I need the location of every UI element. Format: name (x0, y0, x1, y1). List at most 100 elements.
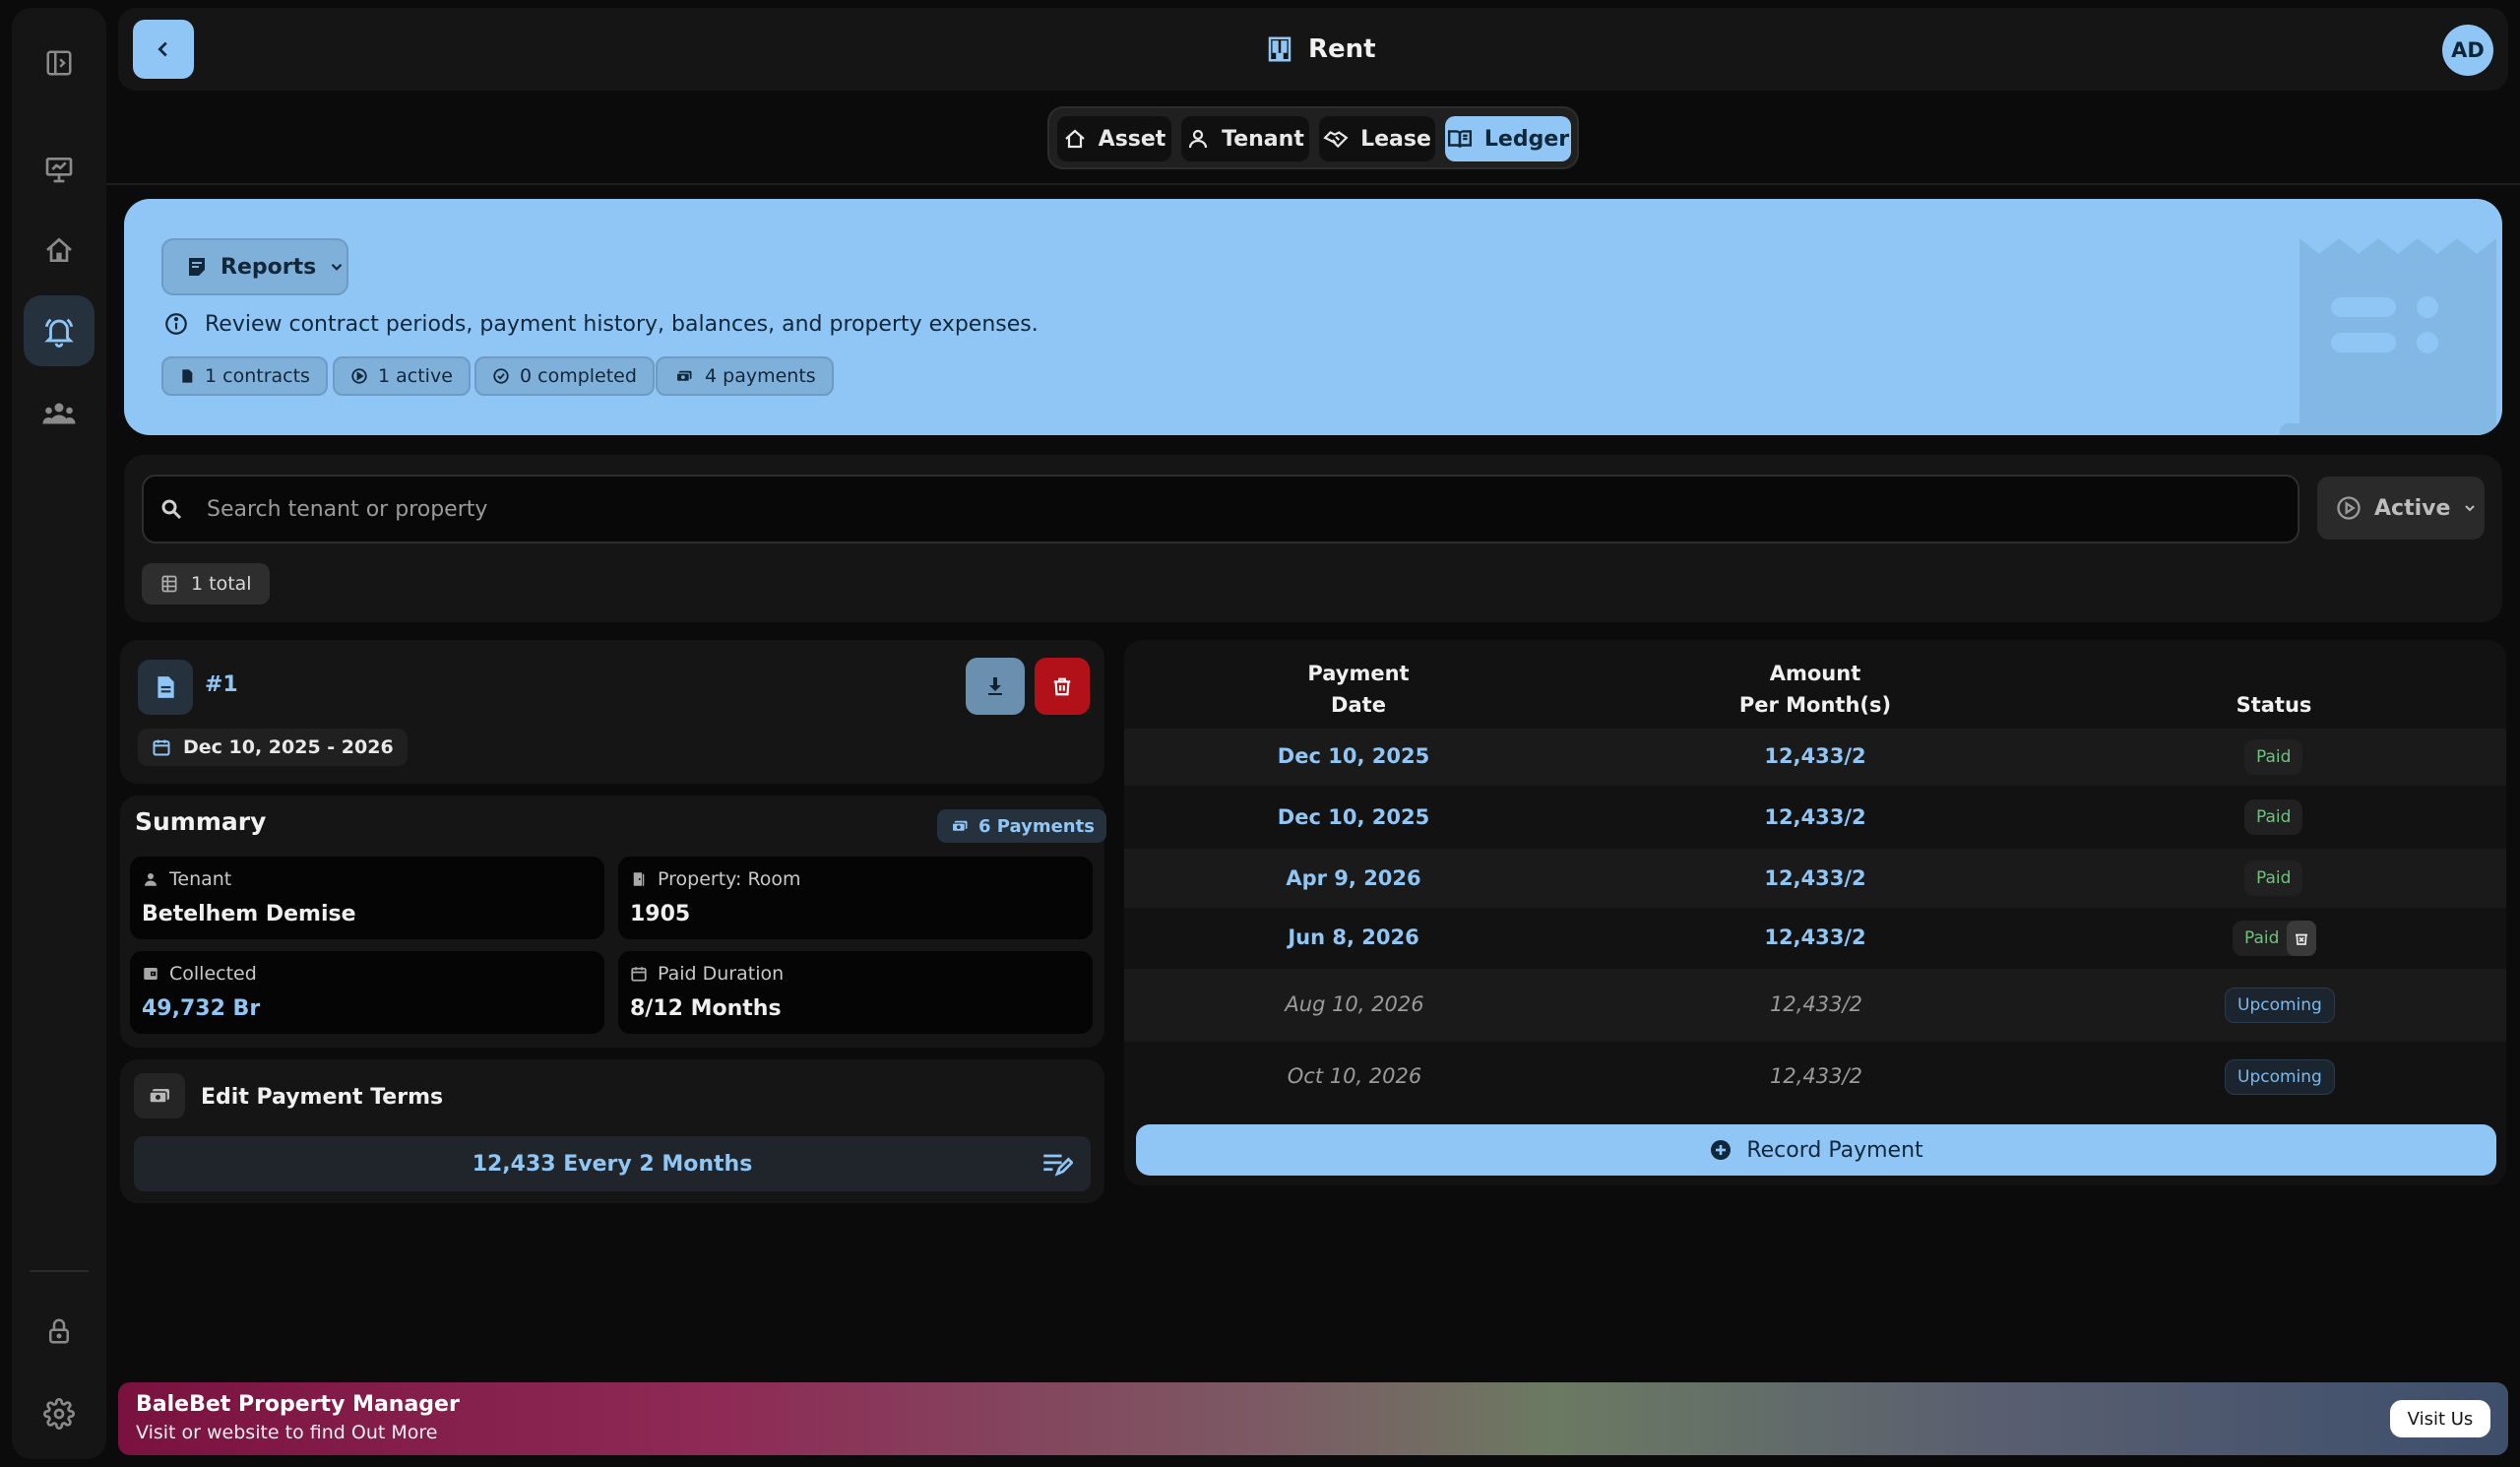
status-label: Paid (2244, 928, 2280, 948)
sidebar-item-dashboard[interactable] (24, 134, 94, 205)
calendar-check-icon (631, 967, 647, 982)
calendar-icon (153, 739, 170, 756)
header-line-1: Amount (1769, 662, 1861, 685)
payment-amount: 12,433/2 (1764, 866, 1866, 890)
sidebar-toggle-button[interactable] (24, 28, 94, 98)
total-count-chip: 1 total (142, 563, 270, 605)
reports-label: Reports (220, 254, 317, 280)
sidebar-item-rent[interactable] (24, 295, 94, 366)
payment-terms-icon-box (134, 1073, 185, 1118)
bell-icon (44, 318, 74, 348)
contract-icon-box (138, 660, 193, 715)
status-filter-dropdown[interactable]: Active (2317, 477, 2485, 540)
duration-stat: Paid Duration 8/12 Months (618, 951, 1093, 1034)
payment-date: Jun 8, 2026 (1288, 925, 1419, 949)
payments-chip: 4 payments (656, 356, 834, 396)
house-icon (46, 237, 72, 262)
chevron-down-icon (2465, 505, 2476, 512)
payment-date: Apr 9, 2026 (1286, 866, 1421, 890)
status-filter-label: Active (2374, 495, 2451, 521)
sidebar-item-users[interactable] (24, 378, 94, 449)
cash-icon (149, 1089, 169, 1104)
property-label: Property: Room (658, 868, 801, 890)
footer-subtitle: Visit or website to find Out More (136, 1422, 438, 1443)
payment-amount: 12,433/2 (1764, 925, 1866, 949)
date-range-text: Dec 10, 2025 - 2026 (183, 736, 394, 758)
column-header-amount: Amount Per Month(s) (1717, 658, 1914, 721)
document-icon (182, 369, 193, 383)
record-payment-button[interactable]: Record Payment (1136, 1124, 2496, 1176)
avatar[interactable]: AD (2442, 25, 2493, 76)
contract-number: #1 (205, 672, 238, 697)
sidebar-item-lock[interactable] (24, 1296, 94, 1367)
column-header-payment-date: Payment Date (1260, 658, 1457, 721)
sidebar-item-properties[interactable] (24, 215, 94, 286)
table-row[interactable]: Oct 10, 2026 12,433/2 Upcoming (1124, 1042, 2506, 1113)
status-badge: Upcoming (2225, 988, 2335, 1023)
active-chip: 1 active (333, 356, 471, 396)
sidebar (12, 8, 106, 1459)
tab-tenant[interactable]: Tenant (1181, 116, 1309, 161)
plus-circle-icon (1711, 1140, 1732, 1160)
chip-label: 1 active (378, 365, 453, 387)
gear-icon (43, 1398, 75, 1430)
total-count-label: 1 total (191, 573, 252, 595)
collected-label-row: Collected (142, 963, 257, 985)
user-icon (145, 873, 157, 886)
payment-terms-button[interactable]: 12,433 Every 2 Months (134, 1136, 1091, 1191)
chevron-down-icon (331, 263, 343, 271)
tenant-value: Betelhem Demise (142, 902, 356, 926)
wallet-icon (144, 968, 158, 980)
sidebar-divider (30, 1270, 89, 1272)
handshake-icon (1323, 131, 1349, 149)
tab-label: Lease (1360, 126, 1431, 152)
trash-icon (1053, 677, 1071, 696)
tab-asset[interactable]: Asset (1057, 116, 1171, 161)
header-line-2: Per Month(s) (1738, 693, 1892, 717)
footer-title: BaleBet Property Manager (136, 1392, 460, 1417)
table-row[interactable]: Dec 10, 2025 12,433/2 Paid (1124, 729, 2506, 786)
table-row[interactable]: Aug 10, 2026 12,433/2 Upcoming (1124, 969, 2506, 1042)
status-badge: Paid (2244, 799, 2303, 835)
summary-title: Summary (135, 807, 267, 836)
tenant-stat: Tenant Betelhem Demise (130, 857, 604, 939)
payment-terms-title: Edit Payment Terms (201, 1085, 444, 1110)
report-icon (189, 258, 205, 276)
tab-label: Tenant (1222, 126, 1304, 152)
chip-label: 4 payments (705, 365, 816, 387)
promo-footer (118, 1382, 2508, 1455)
edit-list-icon[interactable] (1041, 1150, 1073, 1178)
payment-amount: 12,433/2 (1764, 744, 1866, 768)
collected-stat: Collected 49,732 Br (130, 951, 604, 1034)
status-badge: Upcoming (2225, 1059, 2335, 1095)
search-box[interactable] (142, 475, 2300, 543)
delete-button[interactable] (1035, 658, 1090, 715)
sidebar-item-settings[interactable] (24, 1378, 94, 1449)
table-row[interactable]: Dec 10, 2025 12,433/2 Paid (1124, 786, 2506, 849)
payments-count-badge: 6 Payments (937, 809, 1106, 843)
back-button[interactable] (133, 20, 194, 79)
page-title: Rent (1265, 28, 1376, 71)
table-row[interactable]: Apr 9, 2026 12,433/2 Paid (1124, 849, 2506, 908)
tab-label: Ledger (1483, 126, 1570, 152)
delete-payment-button[interactable] (2287, 921, 2317, 956)
table-row[interactable]: Jun 8, 2026 12,433/2 Paid (1124, 908, 2506, 969)
search-input[interactable] (207, 496, 2175, 522)
visit-us-button[interactable]: Visit Us (2390, 1400, 2490, 1437)
reports-dropdown[interactable]: Reports (161, 238, 348, 295)
banner-description-text: Review contract periods, payment history… (205, 311, 1039, 337)
collected-label: Collected (169, 963, 257, 985)
presentation-icon (45, 158, 73, 183)
trash-icon (2296, 933, 2308, 945)
tab-ledger[interactable]: Ledger (1445, 116, 1571, 161)
payment-date: Oct 10, 2026 (1287, 1064, 1422, 1088)
cash-icon (675, 370, 692, 382)
play-circle-icon (351, 368, 367, 384)
book-icon (1447, 130, 1472, 148)
chip-label: 1 contracts (205, 365, 310, 387)
payment-amount: 12,433/2 (1764, 805, 1866, 829)
tab-lease[interactable]: Lease (1319, 116, 1435, 161)
chip-label: 0 completed (520, 365, 637, 387)
status-badge-paid-with-delete: Paid (2233, 921, 2317, 956)
download-button[interactable] (966, 658, 1025, 715)
